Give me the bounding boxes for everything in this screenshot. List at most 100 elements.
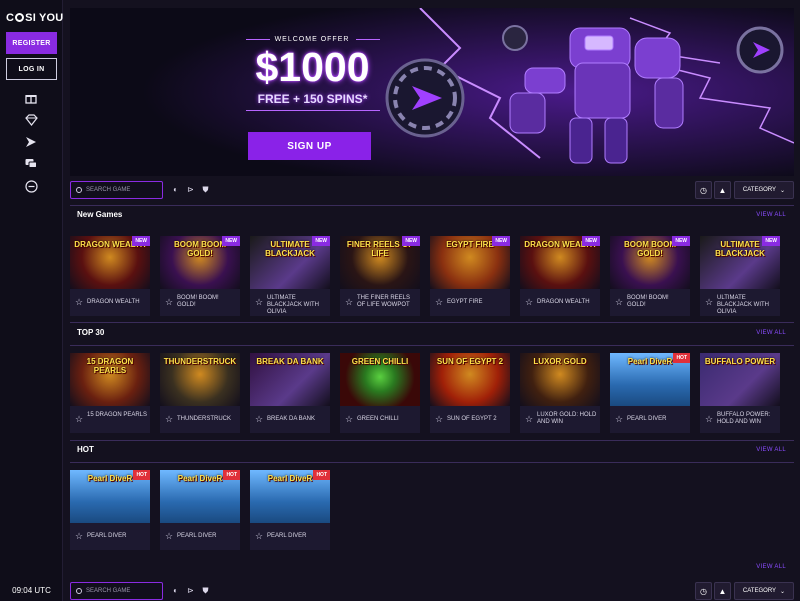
search-input[interactable]: SEARCH GAME [70, 181, 163, 199]
promo-icon[interactable] [24, 136, 38, 150]
fire-filter-icon[interactable]: ▲ [714, 181, 731, 199]
game-card[interactable]: Pearl DiveR HOT ☆ PEARL DIVER [70, 470, 150, 550]
clock-filter-icon[interactable]: ◷ [695, 181, 712, 199]
game-thumbnail[interactable]: DRAGON WEALTH NEW [520, 236, 600, 289]
game-thumbnail[interactable]: GREEN CHILLI [340, 353, 420, 406]
game-card[interactable]: Pearl DiveR HOT ☆ PEARL DIVER [610, 353, 690, 433]
view-all-link[interactable]: VIEW ALL [756, 564, 786, 570]
favorite-star-icon[interactable]: ☆ [255, 415, 263, 424]
favorite-star-icon[interactable]: ☆ [525, 298, 533, 307]
category-dropdown[interactable]: CATEGORY ⌄ [734, 582, 794, 600]
section-header-top30: TOP 30 VIEW ALL [70, 326, 794, 344]
game-title: BOOM! BOOM! GOLD! [627, 295, 669, 308]
view-all-link[interactable]: VIEW ALL [756, 447, 786, 453]
game-badge: NEW [762, 236, 780, 246]
game-card[interactable]: BOOM BOOM GOLD! NEW ☆ BOOM! BOOM! GOLD! [610, 236, 690, 316]
game-thumbnail[interactable]: Pearl DiveR HOT [70, 470, 150, 523]
favorite-star-icon[interactable]: ☆ [615, 415, 623, 424]
favorite-star-icon[interactable]: ☆ [345, 415, 353, 424]
game-card[interactable]: THUNDERSTRUCK ☆ THUNDERSTRUCK [160, 353, 240, 433]
game-card[interactable]: BOOM BOOM GOLD! NEW ☆ BOOM! BOOM! GOLD! [160, 236, 240, 316]
favorite-star-icon[interactable]: ☆ [705, 415, 713, 424]
game-thumbnail[interactable]: ULTIMATE BLACKJACK NEW [250, 236, 330, 289]
game-thumbnail[interactable]: EGYPT FIRE NEW [430, 236, 510, 289]
game-thumbnail[interactable]: Pearl DiveR HOT [250, 470, 330, 523]
game-title: BREAK DA BANK [267, 416, 316, 422]
game-thumbnail[interactable]: LUXOR GOLD [520, 353, 600, 406]
favorite-star-icon[interactable]: ☆ [165, 532, 173, 541]
favorite-star-icon[interactable]: ☆ [75, 415, 83, 424]
game-card[interactable]: DRAGON WEALTH NEW ☆ DRAGON WEALTH [520, 236, 600, 316]
game-thumbnail[interactable]: FINER REELS OF LIFE NEW [340, 236, 420, 289]
clock: 09:04 UTC [12, 586, 51, 595]
fire-filter-icon[interactable]: ▲ [714, 582, 731, 600]
filter-shield-icon[interactable]: ⛊ [201, 586, 210, 595]
favorite-star-icon[interactable]: ☆ [75, 298, 83, 307]
favorite-star-icon[interactable]: ☆ [345, 298, 353, 307]
favorite-star-icon[interactable]: ☆ [165, 298, 173, 307]
game-card[interactable]: EGYPT FIRE NEW ☆ EGYPT FIRE [430, 236, 510, 316]
search-icon [76, 588, 82, 594]
game-card[interactable]: Pearl DiveR HOT ☆ PEARL DIVER [250, 470, 330, 550]
game-thumbnail[interactable]: BREAK DA BANK [250, 353, 330, 406]
filter-provider-icon[interactable]: ⊳ [186, 185, 195, 194]
filter-shield-icon[interactable]: ⛊ [201, 185, 210, 194]
filter-all-icon[interactable]: ◐ [171, 185, 180, 194]
section-divider [70, 440, 794, 441]
section-divider [70, 345, 794, 346]
game-thumbnail[interactable]: Pearl DiveR HOT [160, 470, 240, 523]
game-title: BOOM! BOOM! GOLD! [177, 295, 219, 308]
favorite-star-icon[interactable]: ☆ [435, 415, 443, 424]
chat-icon[interactable] [24, 158, 38, 172]
game-card[interactable]: BUFFALO POWER ☆ BUFFALO POWER: HOLD AND WI… [700, 353, 780, 433]
view-all-link[interactable]: VIEW ALL [756, 330, 786, 336]
category-dropdown[interactable]: CATEGORY ⌄ [734, 181, 794, 199]
game-card[interactable]: 15 DRAGON PEARLS ☆ 15 DRAGON PEARLS [70, 353, 150, 433]
game-card[interactable]: FINER REELS OF LIFE NEW ☆ THE FINER REELS O… [340, 236, 420, 316]
game-card[interactable]: LUXOR GOLD ☆ LUXOR GOLD: HOLD AND WIN [520, 353, 600, 433]
bonus-amount: $1000 [255, 44, 370, 90]
game-thumbnail[interactable]: ULTIMATE BLACKJACK NEW [700, 236, 780, 289]
hero-banner[interactable]: WELCOME OFFER $1000 FREE + 150 SPINS* SI… [70, 8, 794, 176]
game-card[interactable]: BREAK DA BANK ☆ BREAK DA BANK [250, 353, 330, 433]
clock-filter-icon[interactable]: ◷ [695, 582, 712, 600]
game-badge: NEW [492, 236, 510, 246]
favorite-star-icon[interactable]: ☆ [705, 298, 713, 307]
game-thumbnail[interactable]: THUNDERSTRUCK [160, 353, 240, 406]
favorite-star-icon[interactable]: ☆ [255, 532, 263, 541]
game-thumbnail[interactable]: 15 DRAGON PEARLS [70, 353, 150, 406]
game-badge: NEW [672, 236, 690, 246]
logo[interactable]: C SI YOU [6, 12, 63, 24]
game-card[interactable]: ULTIMATE BLACKJACK NEW ☆ ULTIMATE BLACKJACK… [250, 236, 330, 316]
register-button[interactable]: REGISTER [6, 32, 57, 54]
game-card[interactable]: SUN OF EGYPT 2 ☆ SUN OF EGYPT 2 [430, 353, 510, 433]
game-thumbnail[interactable]: BOOM BOOM GOLD! NEW [610, 236, 690, 289]
signup-button[interactable]: SIGN UP [248, 132, 371, 160]
game-thumbnail[interactable]: DRAGON WEALTH NEW [70, 236, 150, 289]
game-card[interactable]: Pearl DiveR HOT ☆ PEARL DIVER [160, 470, 240, 550]
more-icon[interactable] [24, 180, 38, 194]
game-card[interactable]: DRAGON WEALTH NEW ☆ DRAGON WEALTH [70, 236, 150, 316]
favorite-star-icon[interactable]: ☆ [75, 532, 83, 541]
search-input[interactable]: SEARCH GAME [70, 582, 163, 600]
section-divider [70, 205, 794, 206]
game-thumbnail[interactable]: Pearl DiveR HOT [610, 353, 690, 406]
game-thumbnail[interactable]: BOOM BOOM GOLD! NEW [160, 236, 240, 289]
login-button[interactable]: LOG IN [6, 58, 57, 80]
game-card[interactable]: GREEN CHILLI ☆ GREEN CHILLI [340, 353, 420, 433]
game-thumbnail[interactable]: SUN OF EGYPT 2 [430, 353, 510, 406]
view-all-link[interactable]: VIEW ALL [756, 212, 786, 218]
favorite-star-icon[interactable]: ☆ [255, 298, 263, 307]
diamond-icon[interactable] [24, 114, 38, 128]
filter-provider-icon[interactable]: ⊳ [186, 586, 195, 595]
game-thumbnail[interactable]: BUFFALO POWER [700, 353, 780, 406]
filter-all-icon[interactable]: ◐ [171, 586, 180, 595]
favorite-star-icon[interactable]: ☆ [525, 415, 533, 424]
gift-icon[interactable] [24, 92, 38, 106]
favorite-star-icon[interactable]: ☆ [615, 298, 623, 307]
favorite-star-icon[interactable]: ☆ [435, 298, 443, 307]
game-title: GREEN CHILLI [357, 416, 399, 422]
favorite-star-icon[interactable]: ☆ [165, 415, 173, 424]
game-title: LUXOR GOLD: HOLD AND WIN [537, 412, 597, 425]
game-card[interactable]: ULTIMATE BLACKJACK NEW ☆ ULTIMATE BLACKJACK… [700, 236, 780, 316]
